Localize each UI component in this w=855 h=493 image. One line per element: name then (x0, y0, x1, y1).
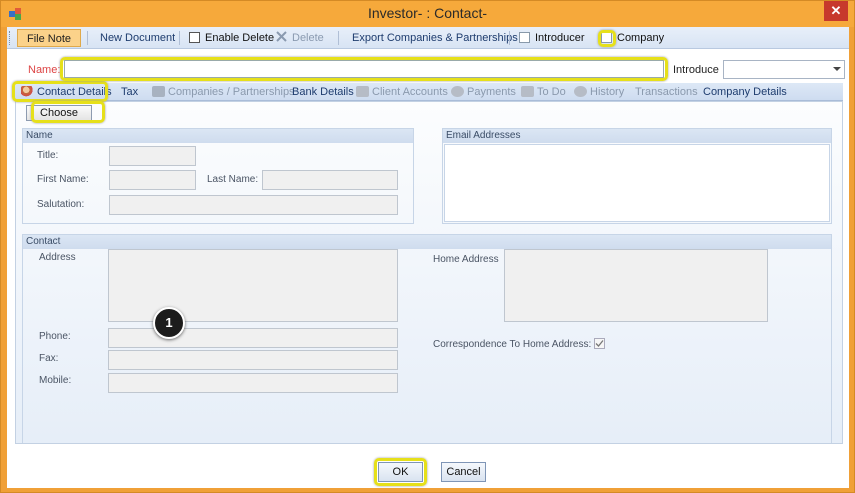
home-address-field[interactable] (504, 249, 768, 322)
highlight-ok-button (374, 458, 427, 486)
toolbar-separator (179, 31, 180, 45)
chevron-down-icon[interactable] (833, 67, 841, 71)
tab-to-do[interactable]: To Do (521, 83, 566, 101)
tab-companies-partnerships[interactable]: Companies / Partnerships (152, 83, 295, 101)
tab-label: To Do (537, 86, 566, 98)
tab-strip: Contact Details Tax Companies / Partners… (15, 83, 843, 101)
tab-label: Client Accounts (372, 86, 448, 98)
company-label: Company (617, 32, 665, 44)
name-label: Name: (28, 64, 61, 76)
clock-icon (574, 86, 587, 97)
export-companies-button[interactable]: Export Companies & Partnerships (352, 27, 518, 49)
app-window: Investor- : Contact- ✕ File Note New Doc… (0, 0, 855, 493)
introducer-toggle[interactable]: Introducer (519, 27, 585, 49)
coin-icon (451, 86, 464, 97)
tab-label: History (590, 86, 625, 98)
contact-group-header: Contact (23, 235, 831, 249)
tab-payments[interactable]: Payments (451, 83, 516, 101)
tab-transactions[interactable]: Transactions (635, 83, 698, 101)
tab-label: Companies / Partnerships (168, 86, 295, 98)
fax-field[interactable] (108, 350, 398, 370)
delete-x-icon (276, 31, 287, 42)
toolbar-separator (338, 31, 339, 45)
email-addresses-list[interactable] (444, 144, 830, 222)
tab-client-accounts[interactable]: Client Accounts (356, 83, 448, 101)
toolbar-grip-icon (9, 31, 12, 45)
mobile-label: Mobile: (39, 375, 72, 386)
phone-field[interactable] (108, 328, 398, 348)
name-group: Name Title: First Name: Last Name: Salut… (22, 128, 414, 224)
email-group-header: Email Addresses (443, 129, 831, 143)
tab-bank-details[interactable]: Bank Details (292, 83, 354, 101)
contact-group: Contact Address Home Address Phone: Fax:… (22, 234, 832, 443)
enable-delete-toggle[interactable]: Enable Delete (189, 27, 274, 49)
correspondence-checkbox[interactable] (594, 338, 605, 349)
mobile-field[interactable] (108, 373, 398, 393)
salutation-label: Salutation: (37, 199, 85, 210)
introducer-checkbox[interactable] (519, 32, 530, 43)
delete-label: Delete (292, 32, 324, 44)
tab-label: Payments (467, 86, 516, 98)
introducer-dropdown[interactable] (723, 60, 845, 79)
highlight-contact-details-tab (12, 81, 108, 102)
introducer-label: Introducer (535, 32, 585, 44)
tab-history[interactable]: History (574, 83, 624, 101)
address-field[interactable] (108, 249, 398, 322)
name-group-header: Name (23, 129, 413, 143)
new-document-button[interactable]: New Document (100, 27, 175, 49)
email-group: Email Addresses (442, 128, 832, 224)
calendar-icon (521, 86, 534, 97)
introducer-field-label: Introduce (673, 64, 719, 76)
highlight-name-input (60, 57, 668, 81)
toolbar-separator (509, 31, 510, 45)
contact-details-panel: Choose Name Title: First Name: Last Name… (15, 101, 843, 444)
title-field[interactable] (109, 146, 196, 166)
cancel-button[interactable]: Cancel (441, 462, 486, 482)
close-button[interactable]: ✕ (824, 1, 848, 21)
correspondence-label: Correspondence To Home Address: (433, 339, 592, 350)
people-icon (152, 86, 165, 97)
first-name-label: First Name: (37, 174, 89, 185)
delete-button[interactable]: Delete (275, 27, 324, 49)
title-bar: Investor- : Contact- ✕ (1, 1, 854, 27)
phone-label: Phone: (39, 331, 71, 342)
address-label: Address (39, 252, 76, 263)
salutation-field[interactable] (109, 195, 398, 215)
enable-delete-label: Enable Delete (205, 32, 275, 44)
checkmark-icon (595, 340, 604, 347)
first-name-field[interactable] (109, 170, 196, 190)
title-label: Title: (37, 150, 59, 161)
tab-company-details[interactable]: Company Details (703, 83, 787, 101)
toolbar-separator (87, 31, 88, 45)
highlight-company-checkbox (598, 30, 616, 47)
window-title: Investor- : Contact- (367, 5, 488, 21)
fax-label: Fax: (39, 353, 59, 364)
step-marker-badge: 1 (153, 307, 185, 339)
toolbar: File Note New Document Enable Delete Del… (7, 27, 849, 49)
file-note-button[interactable]: File Note (17, 29, 81, 47)
card-icon (356, 86, 369, 97)
last-name-field[interactable] (262, 170, 398, 190)
last-name-label: Last Name: (207, 174, 259, 185)
tab-tax[interactable]: Tax (121, 83, 138, 101)
home-address-label: Home Address (433, 254, 499, 265)
highlight-choose-button (31, 101, 105, 123)
window-client-area: File Note New Document Enable Delete Del… (7, 27, 849, 488)
enable-delete-checkbox[interactable] (189, 32, 200, 43)
